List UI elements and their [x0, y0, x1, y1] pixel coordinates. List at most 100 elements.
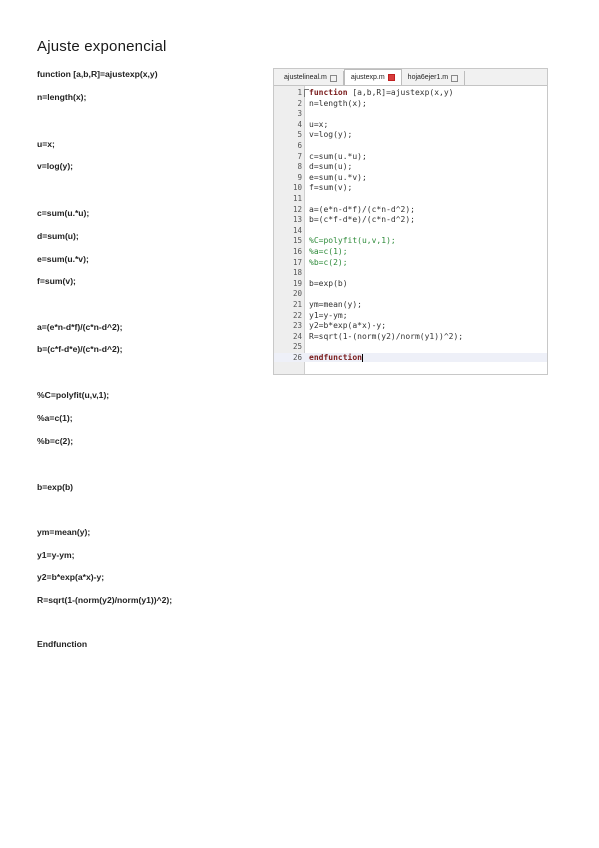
- document-line: function [a,b,R]=ajustexp(x,y): [37, 69, 158, 79]
- document-line: ym=mean(y);: [37, 527, 91, 537]
- line-number: 22: [292, 310, 302, 320]
- close-tab-icon[interactable]: [329, 74, 337, 82]
- editor-tab[interactable]: ajustexp.m: [343, 69, 402, 85]
- line-number: 6: [297, 141, 302, 150]
- code-line: 6: [274, 141, 547, 150]
- code-line: 12 a=(e*n-d*f)/(c*n-d^2);: [274, 205, 547, 214]
- code-line: 18: [274, 268, 547, 277]
- code-line: 8 d=sum(u);: [274, 162, 547, 171]
- document-title: Ajuste exponencial: [37, 38, 167, 55]
- code-line: 22 y1=y-ym;: [274, 311, 547, 320]
- document-line: %b=c(2);: [37, 436, 74, 446]
- code-text: e=sum(u.*v);: [309, 172, 367, 182]
- line-number: 12: [292, 204, 302, 214]
- code-line: 26 endfunction: [274, 353, 547, 362]
- line-number: 21: [292, 300, 302, 309]
- code-line: 3: [274, 109, 547, 118]
- document-line: y1=y-ym;: [37, 550, 75, 560]
- document-line: R=sqrt(1-(norm(y2)/norm(y1))^2);: [37, 595, 173, 605]
- code-area: 1 function [a,b,R]=ajustexp(x,y) 2 n=length…: [274, 86, 547, 374]
- editor-tab-label: ajustelineal.m: [284, 74, 327, 81]
- code-text: n=length(x);: [309, 98, 367, 108]
- document-line: e=sum(u.*v);: [37, 254, 89, 264]
- code-line: 5 v=log(y);: [274, 130, 547, 139]
- code-line: 20: [274, 289, 547, 298]
- editor-tab-label: ajustexp.m: [350, 73, 385, 81]
- editor-tab-bar: ajustelineal.m ajustexp.m hoja6ejer1.m: [274, 69, 547, 86]
- fold-marker-icon[interactable]: [304, 89, 309, 97]
- line-number: 7: [297, 151, 302, 161]
- code-line: 14: [274, 226, 547, 235]
- code-text: f=sum(v);: [309, 183, 353, 193]
- line-number: 11: [292, 194, 302, 203]
- code-text: R=sqrt(1-(norm(y2)/norm(y1))^2);: [309, 331, 464, 341]
- code-text: function [a,b,R]=ajustexp(x,y): [309, 88, 454, 97]
- code-text: endfunction: [309, 353, 363, 362]
- code-line: 24 R=sqrt(1-(norm(y2)/norm(y1))^2);: [274, 332, 547, 341]
- document-line: a=(e*n-d*f)/(c*n-d^2);: [37, 322, 123, 332]
- line-number: 3: [297, 109, 302, 119]
- document-line: n=length(x);: [37, 92, 87, 102]
- text-caret: [361, 353, 363, 362]
- editor-tab[interactable]: ajustelineal.m: [278, 71, 344, 85]
- line-number: 15: [292, 236, 302, 246]
- code-text: b=(c*f-d*e)/(c*n-d^2);: [309, 215, 415, 225]
- editor-tab[interactable]: hoja6ejer1.m: [402, 71, 466, 85]
- line-number: 17: [292, 257, 302, 267]
- code-line: 4 u=x;: [274, 120, 547, 129]
- line-number: 24: [292, 331, 302, 341]
- code-text: %b=c(2);: [309, 257, 348, 267]
- line-number: 1: [297, 88, 302, 97]
- code-text: %a=c(1);: [309, 247, 348, 256]
- code-line: 19 b=exp(b): [274, 279, 547, 288]
- document-line: v=log(y);: [37, 161, 74, 171]
- code-text: %C=polyfit(u,v,1);: [309, 236, 396, 246]
- line-number: 25: [292, 342, 302, 352]
- code-line: 13 b=(c*f-d*e)/(c*n-d^2);: [274, 215, 547, 224]
- code-line: 21 ym=mean(y);: [274, 300, 547, 309]
- code-text: c=sum(u.*u);: [309, 151, 367, 161]
- line-number: 26: [292, 353, 302, 362]
- document-line: f=sum(v);: [37, 276, 76, 286]
- code-text: v=log(y);: [309, 130, 353, 140]
- code-line: 23 y2=b*exp(a*x)-y;: [274, 321, 547, 330]
- line-number: 9: [297, 172, 302, 182]
- code-line: 7 c=sum(u.*u);: [274, 152, 547, 161]
- document-line: c=sum(u.*u);: [37, 208, 90, 218]
- keyword: endfunction: [309, 353, 362, 362]
- document-line: u=x;: [37, 139, 55, 149]
- document-line: y2=b*exp(a*x)-y;: [37, 572, 105, 582]
- code-line: 16 %a=c(1);: [274, 247, 547, 256]
- line-number: 20: [292, 289, 302, 299]
- code-line: 10 f=sum(v);: [274, 183, 547, 192]
- line-number: 10: [292, 183, 302, 193]
- code-editor-screenshot: ajustelineal.m ajustexp.m hoja6ejer1.m 1 fu…: [273, 68, 548, 375]
- document-line: %a=c(1);: [37, 413, 73, 423]
- code-text: b=exp(b): [309, 278, 348, 288]
- code-line: 15 %C=polyfit(u,v,1);: [274, 236, 547, 245]
- line-number: 2: [297, 98, 302, 108]
- document-line: b=(c*f-d*e)/(c*n-d^2);: [37, 344, 123, 354]
- line-number: 4: [297, 119, 302, 129]
- line-number: 18: [292, 268, 302, 278]
- code-line: 2 n=length(x);: [274, 99, 547, 108]
- code-text: a=(e*n-d*f)/(c*n-d^2);: [309, 204, 415, 214]
- code-line: 9 e=sum(u.*v);: [274, 173, 547, 182]
- close-tab-icon[interactable]: [387, 74, 395, 81]
- code-text: d=sum(u);: [309, 162, 353, 172]
- code-text: u=x;: [309, 119, 329, 129]
- code-text: y2=b*exp(a*x)-y;: [309, 321, 387, 331]
- code-line: 11: [274, 194, 547, 203]
- code-line: 1 function [a,b,R]=ajustexp(x,y): [274, 88, 547, 97]
- line-number: 8: [297, 162, 302, 172]
- code-text: y1=y-ym;: [309, 310, 348, 320]
- document-line: %C=polyfit(u,v,1);: [37, 390, 110, 400]
- line-number: 23: [292, 321, 302, 331]
- document-line: d=sum(u);: [37, 231, 79, 241]
- line-number: 5: [297, 130, 302, 140]
- line-number: 19: [292, 278, 302, 288]
- close-tab-icon[interactable]: [451, 74, 459, 82]
- line-number: 14: [292, 225, 302, 235]
- document-line: b=exp(b): [37, 482, 74, 492]
- code-text: ym=mean(y);: [309, 300, 362, 309]
